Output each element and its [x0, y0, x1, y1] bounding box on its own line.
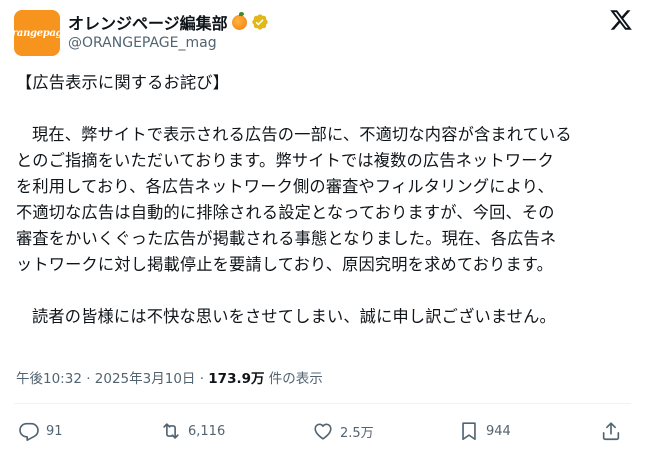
action-bar: 91 6,116 2.5万 944 — [0, 416, 645, 446]
share-button[interactable] — [600, 416, 622, 446]
reply-icon — [19, 422, 39, 441]
post-line: 読者の皆様には不快な思いをさせてしまい、誠に申し訳ございません。 — [32, 307, 556, 326]
heart-icon — [314, 423, 332, 440]
reply-count: 91 — [46, 423, 63, 439]
view-count: 173.9万 — [208, 371, 265, 387]
post-line: を利用しており、各広告ネットワーク側の審査やフィルタリングにより、 — [16, 177, 554, 196]
share-icon — [602, 422, 620, 441]
reply-button[interactable]: 91 — [18, 416, 63, 446]
post-body: 【広告表示に関するお詫び】 現在、弊サイトで表示される広告の一部に、不適切な内容… — [16, 70, 636, 330]
x-logo-icon[interactable] — [609, 8, 633, 32]
bookmark-icon — [462, 422, 476, 441]
timestamp[interactable]: 午後10:32 · 2025年3月10日 · — [16, 371, 208, 387]
bookmark-button[interactable]: 944 — [458, 416, 511, 446]
repost-button[interactable]: 6,116 — [160, 416, 225, 446]
post-meta: 午後10:32 · 2025年3月10日 · 173.9万 件の表示 — [16, 367, 323, 387]
author-name-row: オレンジページ編集部 — [68, 10, 269, 34]
post-line: 不適切な広告は自動的に排除される設定となっておりますが、今回、その — [16, 203, 555, 222]
post-line: 現在、弊サイトで表示される広告の一部に、不適切な内容が含まれている — [32, 125, 572, 144]
orange-emoji-icon — [231, 11, 247, 30]
like-button[interactable]: 2.5万 — [312, 416, 374, 446]
post-line: 【広告表示に関するお詫び】 — [16, 73, 230, 92]
post-line: ットワークに対し掲載停止を要請しており、原因究明を求めております。 — [16, 255, 554, 274]
verified-badge-icon[interactable] — [251, 13, 269, 31]
display-name[interactable]: オレンジページ編集部 — [68, 10, 228, 34]
post-line: とのご指摘をいただいております。弊サイトでは複数の広告ネットワーク — [16, 151, 555, 170]
view-label: 件の表示 — [264, 371, 323, 387]
like-count: 2.5万 — [340, 425, 374, 441]
repost-icon — [163, 423, 179, 439]
repost-count: 6,116 — [188, 423, 226, 439]
divider — [14, 403, 631, 404]
user-handle[interactable]: @ORANGEPAGE_mag — [68, 35, 217, 51]
post-line: 審査をかいくぐった広告が掲載される事態となりました。現在、各広告ネ — [16, 229, 557, 248]
bookmark-count: 944 — [486, 423, 511, 439]
avatar[interactable]: orangepage — [14, 10, 60, 56]
avatar-logo-text: orangepage — [14, 27, 60, 39]
